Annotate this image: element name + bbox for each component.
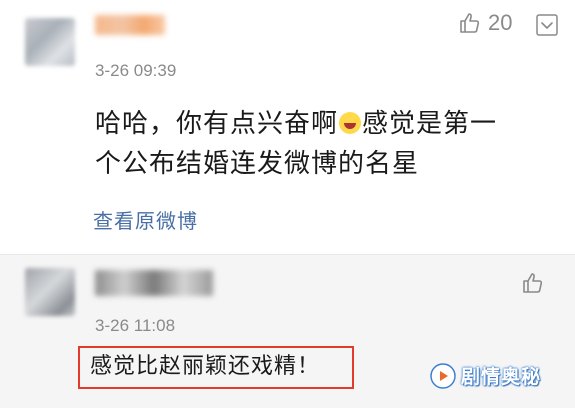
like-count: 20 [488, 10, 513, 35]
comment-timestamp: 3-26 09:39 [95, 61, 177, 80]
laughing-emoji-icon [339, 112, 362, 134]
reply-like-button[interactable] [521, 271, 545, 295]
divider [0, 254, 575, 255]
reply-avatar[interactable] [25, 268, 75, 316]
chevron-down-icon[interactable] [536, 14, 558, 36]
comment-text: 哈哈，你有点兴奋啊 感觉是第一个公布结婚连发微博的名星 [95, 104, 515, 184]
avatar[interactable] [25, 18, 75, 66]
thumbs-up-icon [460, 13, 480, 33]
reply-username-blurred[interactable] [95, 270, 213, 296]
play-logo-icon [430, 362, 456, 389]
view-original-weibo-link[interactable]: 查看原微博 [93, 205, 198, 234]
watermark-text: 剧情奥秘 [461, 366, 542, 388]
username-blurred[interactable] [95, 15, 165, 35]
reply-text: 感觉比赵丽颖还戏精！ [90, 354, 321, 379]
thumbs-up-icon [523, 273, 543, 293]
comment-text-part1: 哈哈，你有点兴奋啊 [95, 109, 339, 139]
like-button[interactable]: 20 [458, 10, 512, 36]
watermark: 剧情奥秘 [430, 362, 541, 389]
reply-timestamp: 3-26 11:08 [95, 316, 176, 335]
